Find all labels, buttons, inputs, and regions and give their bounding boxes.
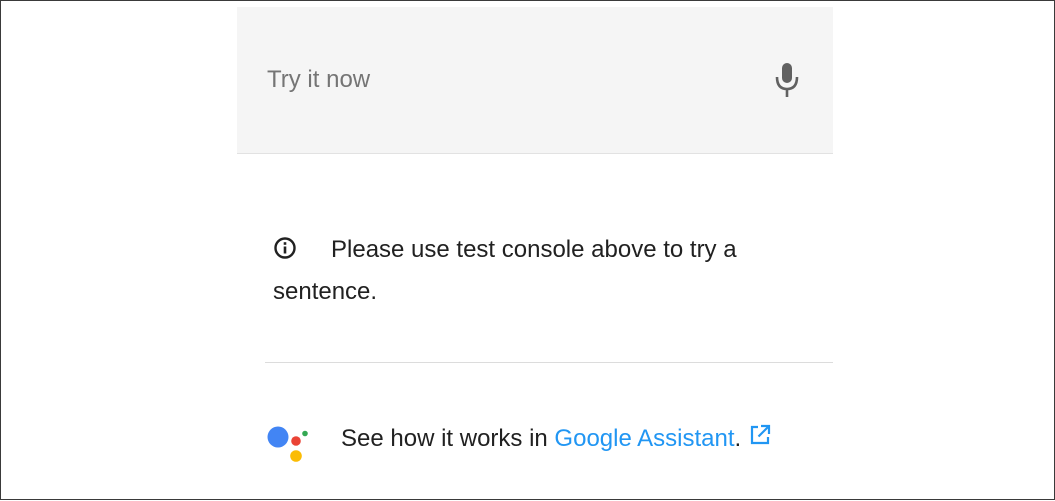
info-message-text: Please use test console above to try a s…: [273, 236, 737, 305]
google-assistant-logo-icon: [267, 425, 309, 465]
external-link-icon[interactable]: [749, 419, 771, 445]
assistant-prefix: See how it works in: [341, 425, 555, 452]
try-it-bar: [237, 7, 833, 154]
google-assistant-row: See how it works in Google Assistant.: [267, 419, 827, 465]
try-it-input[interactable]: [267, 65, 747, 95]
google-assistant-link[interactable]: Google Assistant: [554, 425, 734, 452]
assistant-suffix: .: [734, 425, 742, 452]
info-message: Please use test console above to try a s…: [273, 229, 813, 313]
window-frame: Please use test console above to try a s…: [0, 0, 1055, 500]
test-panel: Please use test console above to try a s…: [237, 7, 833, 501]
section-divider: [265, 362, 833, 363]
info-icon: [273, 232, 297, 259]
microphone-icon[interactable]: [771, 61, 803, 101]
google-assistant-text: See how it works in Google Assistant.: [341, 419, 771, 459]
